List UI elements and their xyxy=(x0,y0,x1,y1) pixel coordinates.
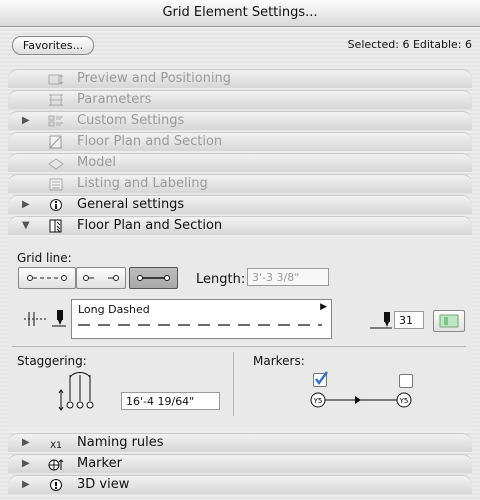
marker-end-text: Y5 xyxy=(399,397,409,405)
line-type-icon xyxy=(24,310,66,327)
staggering-icon xyxy=(58,372,94,411)
section-label: Marker xyxy=(77,456,122,471)
expand-arrow-icon: ▶ xyxy=(22,479,30,490)
section-listing-labeling[interactable]: Listing and Labeling xyxy=(8,174,472,193)
section-parameters[interactable]: Parameters xyxy=(8,90,472,109)
3d-view-icon xyxy=(50,479,62,491)
markers-label: Markers: xyxy=(253,354,305,368)
length-label: Length: xyxy=(196,272,246,287)
parameters-icon xyxy=(49,94,63,106)
pen-color-icon xyxy=(439,314,459,328)
section-label: 3D view xyxy=(77,477,130,492)
grid-line-option-both-ends[interactable] xyxy=(18,267,76,289)
expand-arrow-icon: ▶ xyxy=(22,115,30,126)
section-preview-positioning[interactable]: Preview and Positioning xyxy=(8,69,472,88)
pen-color-swatch[interactable] xyxy=(433,310,465,332)
model-icon xyxy=(48,158,64,170)
section-label: Listing and Labeling xyxy=(77,176,208,191)
line-both-ends-icon xyxy=(27,275,67,281)
pen-number-field[interactable]: 31 xyxy=(394,311,424,329)
line-full-icon xyxy=(137,275,170,281)
line-type-picker[interactable]: Long Dashed ▶ xyxy=(71,299,332,339)
naming-rules-icon: X1 xyxy=(50,441,62,451)
section-naming-rules[interactable]: ▶ X1 Naming rules xyxy=(8,433,472,452)
floor-plan-icon xyxy=(49,219,62,233)
section-3d-view[interactable]: ▶ 3D view xyxy=(8,475,472,494)
dropdown-arrow-icon: ▶ xyxy=(320,302,327,312)
marker-start-text: Y5 xyxy=(313,397,323,405)
preview-positioning-icon xyxy=(48,74,64,85)
custom-settings-icon xyxy=(48,115,63,127)
window-title: Grid Element Settings... xyxy=(162,5,318,20)
pen-icon xyxy=(370,312,392,329)
expand-arrow-icon: ▶ xyxy=(22,199,30,210)
section-label: Model xyxy=(77,155,117,170)
long-dashed-preview xyxy=(78,324,322,326)
grid-line-option-full[interactable] xyxy=(129,267,178,289)
marker-start-checkbox[interactable] xyxy=(313,371,328,387)
marker-preview: Y5 Y5 xyxy=(310,392,412,408)
selection-info: Selected: 6 Editable: 6 xyxy=(347,38,472,51)
section-floor-plan-collapsed[interactable]: Floor Plan and Section xyxy=(8,132,472,151)
line-type-name: Long Dashed xyxy=(78,303,150,316)
info-icon xyxy=(50,199,62,211)
staggering-label: Staggering: xyxy=(17,354,87,368)
window-titlebar: Grid Element Settings... xyxy=(0,0,480,27)
section-label: Naming rules xyxy=(77,435,164,450)
section-label: Preview and Positioning xyxy=(77,71,232,86)
section-custom-settings[interactable]: ▶ Custom Settings xyxy=(8,111,472,130)
expand-arrow-icon: ▶ xyxy=(22,458,30,469)
section-label: General settings xyxy=(77,197,185,212)
marker-end-checkbox[interactable] xyxy=(399,374,413,388)
section-label: Parameters xyxy=(77,92,152,107)
grid-line-label: Grid line: xyxy=(17,251,72,265)
collapse-arrow-icon: ▼ xyxy=(22,220,30,231)
section-floor-plan-expanded[interactable]: ▼ Floor Plan and Section xyxy=(8,216,472,235)
svg-text:X1: X1 xyxy=(50,441,62,451)
section-label: Floor Plan and Section xyxy=(77,134,223,149)
section-general-settings[interactable]: ▶ General settings xyxy=(8,195,472,214)
favorites-button[interactable]: Favorites... xyxy=(12,36,94,55)
staggering-field[interactable]: 16'-4 19/64" xyxy=(121,392,220,410)
section-model[interactable]: Model xyxy=(8,153,472,172)
length-field[interactable]: 3'-3 3/8" xyxy=(247,268,329,286)
check-icon xyxy=(315,371,328,386)
divider xyxy=(12,346,466,347)
listing-labeling-icon xyxy=(49,178,63,191)
section-marker[interactable]: ▶ Marker xyxy=(8,454,472,473)
section-label: Custom Settings xyxy=(77,113,185,128)
marker-icon xyxy=(48,459,64,471)
divider xyxy=(233,352,234,416)
floor-plan-icon xyxy=(49,135,62,149)
grid-line-option-start-end[interactable] xyxy=(76,267,126,289)
expand-arrow-icon: ▶ xyxy=(22,437,30,448)
line-start-end-icon xyxy=(83,275,119,281)
section-label: Floor Plan and Section xyxy=(77,218,223,233)
